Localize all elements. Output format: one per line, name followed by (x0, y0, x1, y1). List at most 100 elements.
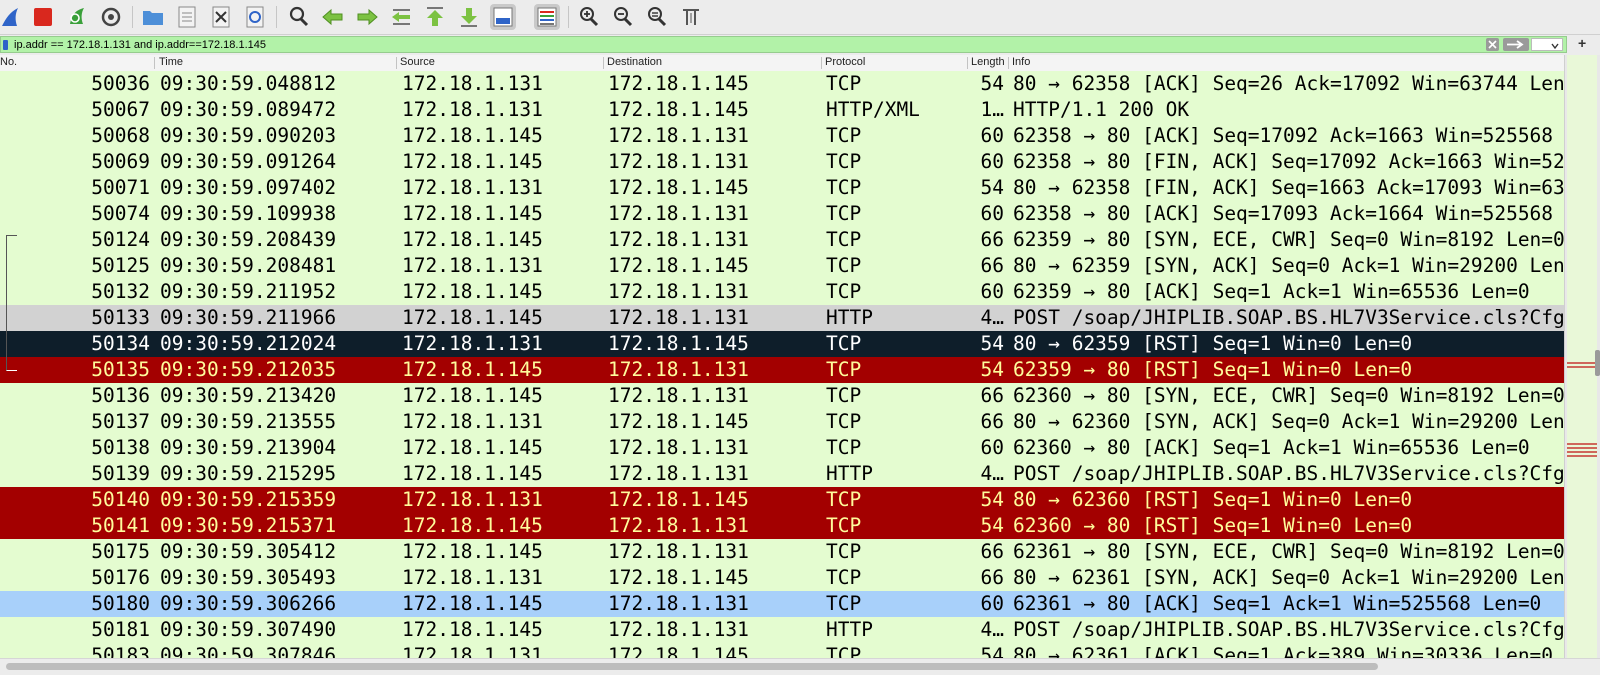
packet-map-scrollbar[interactable] (1564, 55, 1600, 658)
go-to-packet-icon[interactable] (388, 4, 414, 30)
packet-length: 54 (980, 644, 1004, 658)
packet-info: 62359 → 80 [SYN, ECE, CWR] Seq=0 Win=819… (1013, 228, 1564, 251)
packet-row[interactable]: 50036 09:30:59.048812 172.18.1.131 172.18.1… (0, 71, 1564, 97)
packet-time: 09:30:59.211952 (160, 280, 337, 303)
packet-row[interactable]: 50137 09:30:59.213555 172.18.1.131 172.18.1… (0, 409, 1564, 435)
stop-capture-icon[interactable] (30, 4, 56, 30)
packet-no: 50181 (91, 618, 150, 641)
horizontal-scrollbar-thumb[interactable] (6, 663, 1378, 670)
packet-source: 172.18.1.131 (402, 72, 543, 95)
packet-destination: 172.18.1.145 (608, 72, 749, 95)
packet-row[interactable]: 50175 09:30:59.305412 172.18.1.145 172.18.1… (0, 539, 1564, 565)
normal-size-icon[interactable] (644, 4, 670, 30)
packet-row[interactable]: 50136 09:30:59.213420 172.18.1.145 172.18.1… (0, 383, 1564, 409)
packet-no: 50134 (91, 332, 150, 355)
display-filter-input[interactable]: ip.addr == 172.18.1.131 and ip.addr==172… (0, 36, 1567, 53)
column-header-source[interactable]: Source (400, 56, 435, 68)
packet-list[interactable]: 50036 09:30:59.048812 172.18.1.131 172.18.1… (0, 71, 1564, 658)
packet-row[interactable]: 50124 09:30:59.208439 172.18.1.145 172.18.1… (0, 227, 1564, 253)
packet-row[interactable]: 50067 09:30:59.089472 172.18.1.131 172.18.1… (0, 97, 1564, 123)
packet-row[interactable]: 50071 09:30:59.097402 172.18.1.131 172.18.1… (0, 175, 1564, 201)
filter-history-dropdown[interactable] (1531, 38, 1563, 51)
zoom-out-icon[interactable] (610, 4, 636, 30)
packet-length: 66 (980, 410, 1004, 433)
packet-no: 50180 (91, 592, 150, 615)
packet-row[interactable]: 50068 09:30:59.090203 172.18.1.145 172.18.1… (0, 123, 1564, 149)
packet-source: 172.18.1.145 (402, 280, 543, 303)
packet-no: 50135 (91, 358, 150, 381)
shark-fin-start-icon[interactable] (0, 4, 26, 30)
packet-time: 09:30:59.212024 (160, 332, 337, 355)
close-file-icon[interactable] (208, 4, 234, 30)
main-toolbar (0, 0, 1600, 35)
open-file-icon[interactable] (140, 4, 166, 30)
packet-row[interactable]: 50138 09:30:59.213904 172.18.1.145 172.18.1… (0, 435, 1564, 461)
bookmark-icon[interactable] (3, 40, 8, 50)
add-filter-button[interactable]: + (1578, 35, 1586, 51)
resize-columns-icon[interactable] (678, 4, 704, 30)
packet-no: 50140 (91, 488, 150, 511)
packet-row[interactable]: 50133 09:30:59.211966 172.18.1.145 172.18.1… (0, 305, 1564, 331)
save-file-icon[interactable] (174, 4, 200, 30)
packet-row[interactable]: 50180 09:30:59.306266 172.18.1.145 172.18.1… (0, 591, 1564, 617)
clear-filter-icon[interactable] (1486, 38, 1499, 51)
packet-destination: 172.18.1.131 (608, 462, 749, 485)
packet-row[interactable]: 50135 09:30:59.212035 172.18.1.145 172.18.1… (0, 357, 1564, 383)
packet-info: 62358 → 80 [ACK] Seq=17092 Ack=1663 Win=… (1013, 124, 1564, 147)
packet-length: 54 (980, 514, 1004, 537)
go-back-icon[interactable] (320, 4, 346, 30)
packet-row[interactable]: 50134 09:30:59.212024 172.18.1.131 172.18.1… (0, 331, 1564, 357)
packet-protocol: TCP (826, 540, 862, 563)
packet-protocol: TCP (826, 176, 862, 199)
packet-destination: 172.18.1.131 (608, 202, 749, 225)
packet-protocol: TCP (826, 150, 862, 173)
packet-row[interactable]: 50139 09:30:59.215295 172.18.1.145 172.18.1… (0, 461, 1564, 487)
packet-row[interactable]: 50141 09:30:59.215371 172.18.1.145 172.18.1… (0, 513, 1564, 539)
packet-destination: 172.18.1.131 (608, 384, 749, 407)
zoom-in-icon[interactable] (576, 4, 602, 30)
column-header-no[interactable]: No. (0, 56, 17, 68)
packet-no: 50176 (91, 566, 150, 589)
capture-options-icon[interactable] (98, 4, 124, 30)
packet-row[interactable]: 50069 09:30:59.091264 172.18.1.145 172.18.1… (0, 149, 1564, 175)
restart-capture-icon[interactable] (64, 4, 90, 30)
packet-row[interactable]: 50181 09:30:59.307490 172.18.1.145 172.18.1… (0, 617, 1564, 643)
packet-length: 1… (980, 98, 1004, 121)
column-header-time[interactable]: Time (159, 56, 183, 68)
go-forward-icon[interactable] (354, 4, 380, 30)
column-header-protocol[interactable]: Protocol (825, 56, 865, 68)
packet-source: 172.18.1.131 (402, 254, 543, 277)
packet-length: 60 (980, 436, 1004, 459)
packet-protocol: HTTP (826, 618, 873, 641)
packet-row[interactable]: 50176 09:30:59.305493 172.18.1.131 172.18.1… (0, 565, 1564, 591)
find-packet-icon[interactable] (286, 4, 312, 30)
apply-filter-icon[interactable] (1503, 38, 1529, 51)
column-header-length[interactable]: Length (971, 56, 1007, 68)
packet-time: 09:30:59.091264 (160, 150, 337, 173)
reload-file-icon[interactable] (242, 4, 268, 30)
go-first-packet-icon[interactable] (422, 4, 448, 30)
horizontal-scrollbar[interactable] (0, 658, 1600, 675)
column-header-info[interactable]: Info (1012, 56, 1030, 68)
column-header-destination[interactable]: Destination (607, 56, 662, 68)
packet-destination: 172.18.1.131 (608, 280, 749, 303)
packet-time: 09:30:59.215371 (160, 514, 337, 537)
packet-info: 62358 → 80 [FIN, ACK] Seq=17092 Ack=1663… (1013, 150, 1564, 173)
packet-length: 4… (980, 618, 1004, 641)
go-last-packet-icon[interactable] (456, 4, 482, 30)
autoscroll-icon[interactable] (490, 4, 516, 30)
packet-source: 172.18.1.145 (402, 436, 543, 459)
packet-protocol: TCP (826, 254, 862, 277)
colorize-icon[interactable] (534, 4, 560, 30)
packet-row[interactable]: 50125 09:30:59.208481 172.18.1.131 172.18.1… (0, 253, 1564, 279)
packet-protocol: TCP (826, 72, 862, 95)
packet-destination: 172.18.1.145 (608, 332, 749, 355)
packet-row[interactable]: 50140 09:30:59.215359 172.18.1.131 172.18.1… (0, 487, 1564, 513)
packet-map-markers (1567, 55, 1600, 658)
packet-row[interactable]: 50074 09:30:59.109938 172.18.1.145 172.18.1… (0, 201, 1564, 227)
packet-no: 50133 (91, 306, 150, 329)
packet-row[interactable]: 50132 09:30:59.211952 172.18.1.145 172.18.1… (0, 279, 1564, 305)
packet-row[interactable]: 50183 09:30:59.307846 172.18.1.131 172.18.1… (0, 643, 1564, 658)
packet-source: 172.18.1.131 (402, 488, 543, 511)
packet-time: 09:30:59.208481 (160, 254, 337, 277)
